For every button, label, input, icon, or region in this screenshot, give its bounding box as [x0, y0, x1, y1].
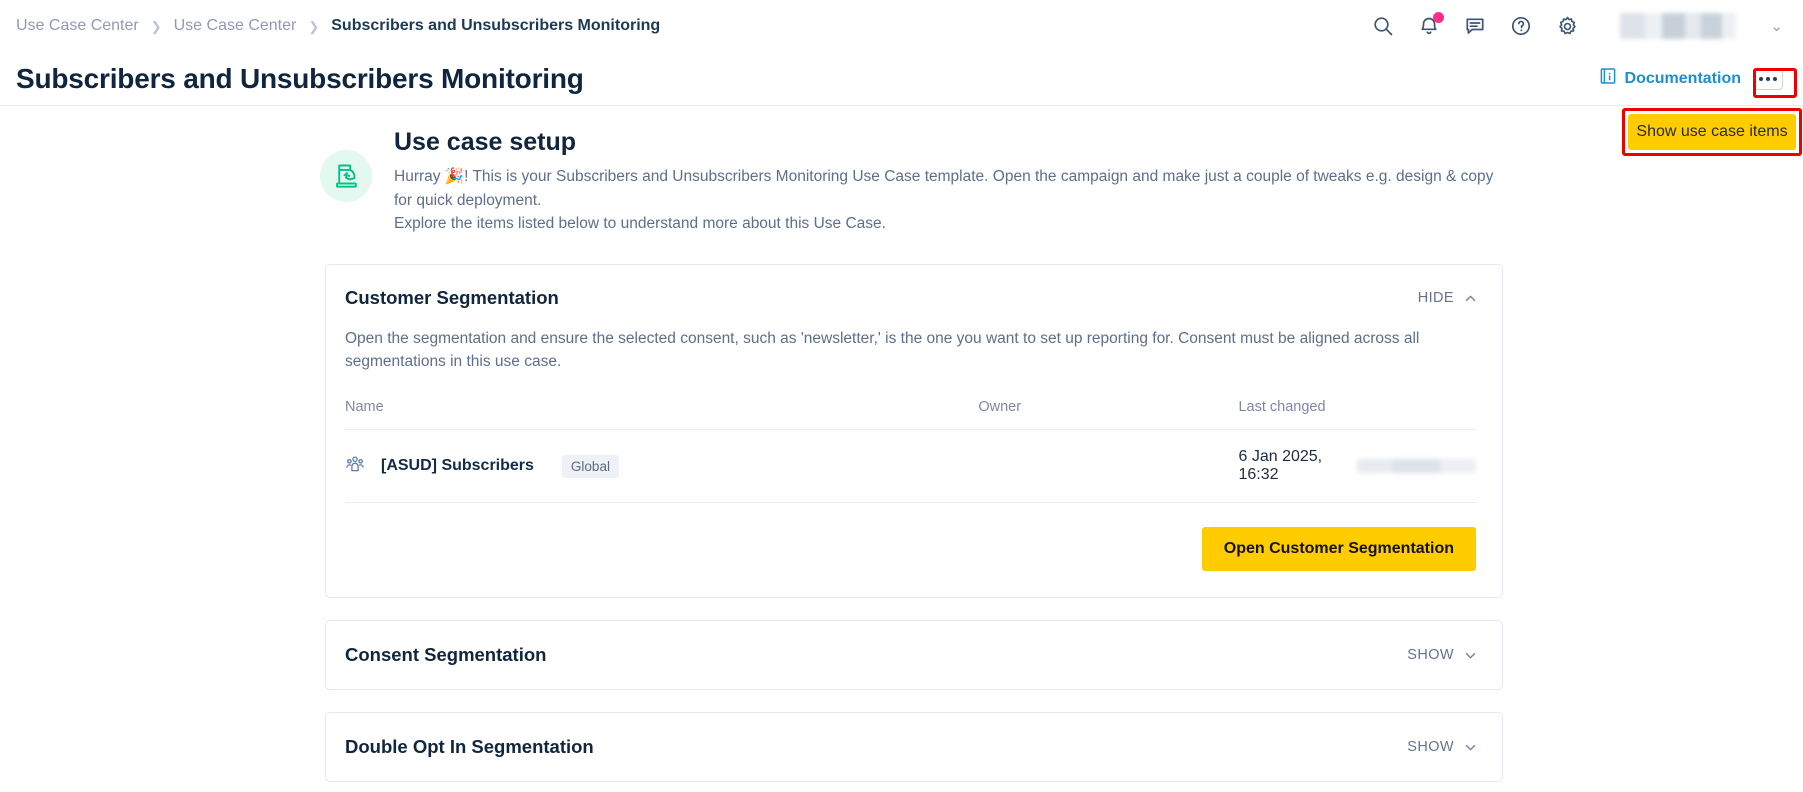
last-changed-cell: 6 Jan 2025, 16:32 [1238, 448, 1476, 484]
ballot-box-icon [320, 150, 372, 202]
column-header-owner: Owner [978, 399, 1239, 431]
show-use-case-items-button[interactable]: Show use case items [1628, 114, 1796, 150]
column-header-last-changed: Last changed [1238, 399, 1476, 431]
chevron-up-icon [1464, 292, 1476, 304]
card-toggle-show[interactable]: SHOW [1407, 739, 1476, 755]
breadcrumb-separator-icon: ❯ [308, 18, 320, 34]
breadcrumb: Use Case Center ❯ Use Case Center ❯ Subs… [16, 17, 660, 35]
people-group-icon [345, 454, 365, 479]
top-bar: Use Case Center ❯ Use Case Center ❯ Subs… [0, 0, 1803, 52]
use-case-setup-paragraph-1: Hurray 🎉! This is your Subscribers and U… [394, 168, 1494, 209]
help-circle-icon[interactable] [1508, 13, 1534, 39]
table-row[interactable]: [ASUD] Subscribers Global 6 Jan 2025, 16… [345, 429, 1476, 504]
card-title: Consent Segmentation [345, 644, 547, 666]
page-title: Subscribers and Unsubscribers Monitoring [16, 62, 584, 94]
card-double-opt-in-segmentation: Double Opt In Segmentation SHOW [325, 712, 1503, 783]
page-header: Subscribers and Unsubscribers Monitoring… [0, 52, 1803, 106]
use-case-setup-title: Use case setup [394, 128, 577, 156]
breadcrumb-item-1[interactable]: Use Case Center [16, 17, 139, 35]
card-body: Open the segmentation and ensure the sel… [326, 327, 1502, 598]
dot [1773, 76, 1777, 81]
gear-icon[interactable] [1554, 13, 1580, 39]
search-icon[interactable] [1370, 13, 1396, 39]
app-page: Use Case Center ❯ Use Case Center ❯ Subs… [0, 0, 1803, 792]
notification-badge-dot [1433, 12, 1445, 23]
card-customer-segmentation: Customer Segmentation HIDE Open the segm… [325, 263, 1503, 599]
three-dots-icon[interactable] [1753, 67, 1783, 90]
card-actions: Open Customer Segmentation [345, 527, 1476, 572]
card-header[interactable]: Double Opt In Segmentation SHOW [326, 713, 1502, 781]
bell-icon[interactable] [1416, 12, 1445, 39]
card-toggle-label: SHOW [1407, 647, 1454, 664]
chevron-down-icon [1464, 741, 1476, 753]
use-case-setup-paragraph-2: Explore the items listed below to unders… [394, 215, 886, 233]
breadcrumb-item-2[interactable]: Use Case Center [174, 17, 297, 35]
card-header[interactable]: Customer Segmentation HIDE [326, 265, 1502, 327]
card-toggle-label: SHOW [1407, 739, 1454, 756]
dot [1759, 76, 1763, 81]
status-badge: Global [561, 454, 619, 478]
segmentation-name-cell: [ASUD] Subscribers Global [345, 454, 978, 479]
table-header: Name Owner Last changed [345, 399, 1476, 431]
use-case-setup-section: Use case setup Hurray 🎉! This is your Su… [0, 128, 1803, 236]
breadcrumb-separator-icon: ❯ [150, 18, 162, 34]
page-header-actions: Documentation [1599, 67, 1783, 90]
card-header[interactable]: Consent Segmentation SHOW [326, 621, 1502, 689]
card-description: Open the segmentation and ensure the sel… [345, 329, 1420, 370]
avatar[interactable] [1620, 13, 1737, 39]
book-info-icon [1599, 67, 1617, 90]
chevron-down-icon [1464, 649, 1476, 661]
card-toggle-label: HIDE [1417, 289, 1454, 306]
card-title: Customer Segmentation [345, 286, 559, 308]
segmentation-name: [ASUD] Subscribers [381, 457, 534, 475]
card-consent-segmentation: Consent Segmentation SHOW [325, 620, 1503, 691]
card-toggle-hide[interactable]: HIDE [1418, 290, 1476, 306]
open-customer-segmentation-button[interactable]: Open Customer Segmentation [1201, 527, 1476, 572]
use-case-setup-text: Use case setup Hurray 🎉! This is your Su… [394, 128, 1494, 236]
breadcrumb-item-current: Subscribers and Unsubscribers Monitoring [331, 17, 661, 34]
segmentation-table: Name Owner Last changed [ASUD] Subscribe… [345, 399, 1476, 504]
top-bar-actions: ⌄ [1370, 12, 1783, 39]
card-toggle-show[interactable]: SHOW [1407, 647, 1476, 663]
chat-icon[interactable] [1462, 13, 1488, 39]
documentation-label: Documentation [1624, 69, 1741, 87]
last-changed-extra-redacted [1356, 459, 1476, 474]
dot [1766, 76, 1770, 81]
chevron-down-icon[interactable]: ⌄ [1770, 17, 1783, 35]
column-header-name: Name [345, 399, 979, 431]
use-case-items-list: Customer Segmentation HIDE Open the segm… [0, 263, 1803, 783]
card-title: Double Opt In Segmentation [345, 736, 594, 758]
documentation-link[interactable]: Documentation [1599, 67, 1741, 90]
main-content: Use case setup Hurray 🎉! This is your Su… [0, 106, 1803, 783]
last-changed-value: 6 Jan 2025, 16:32 [1238, 448, 1323, 484]
